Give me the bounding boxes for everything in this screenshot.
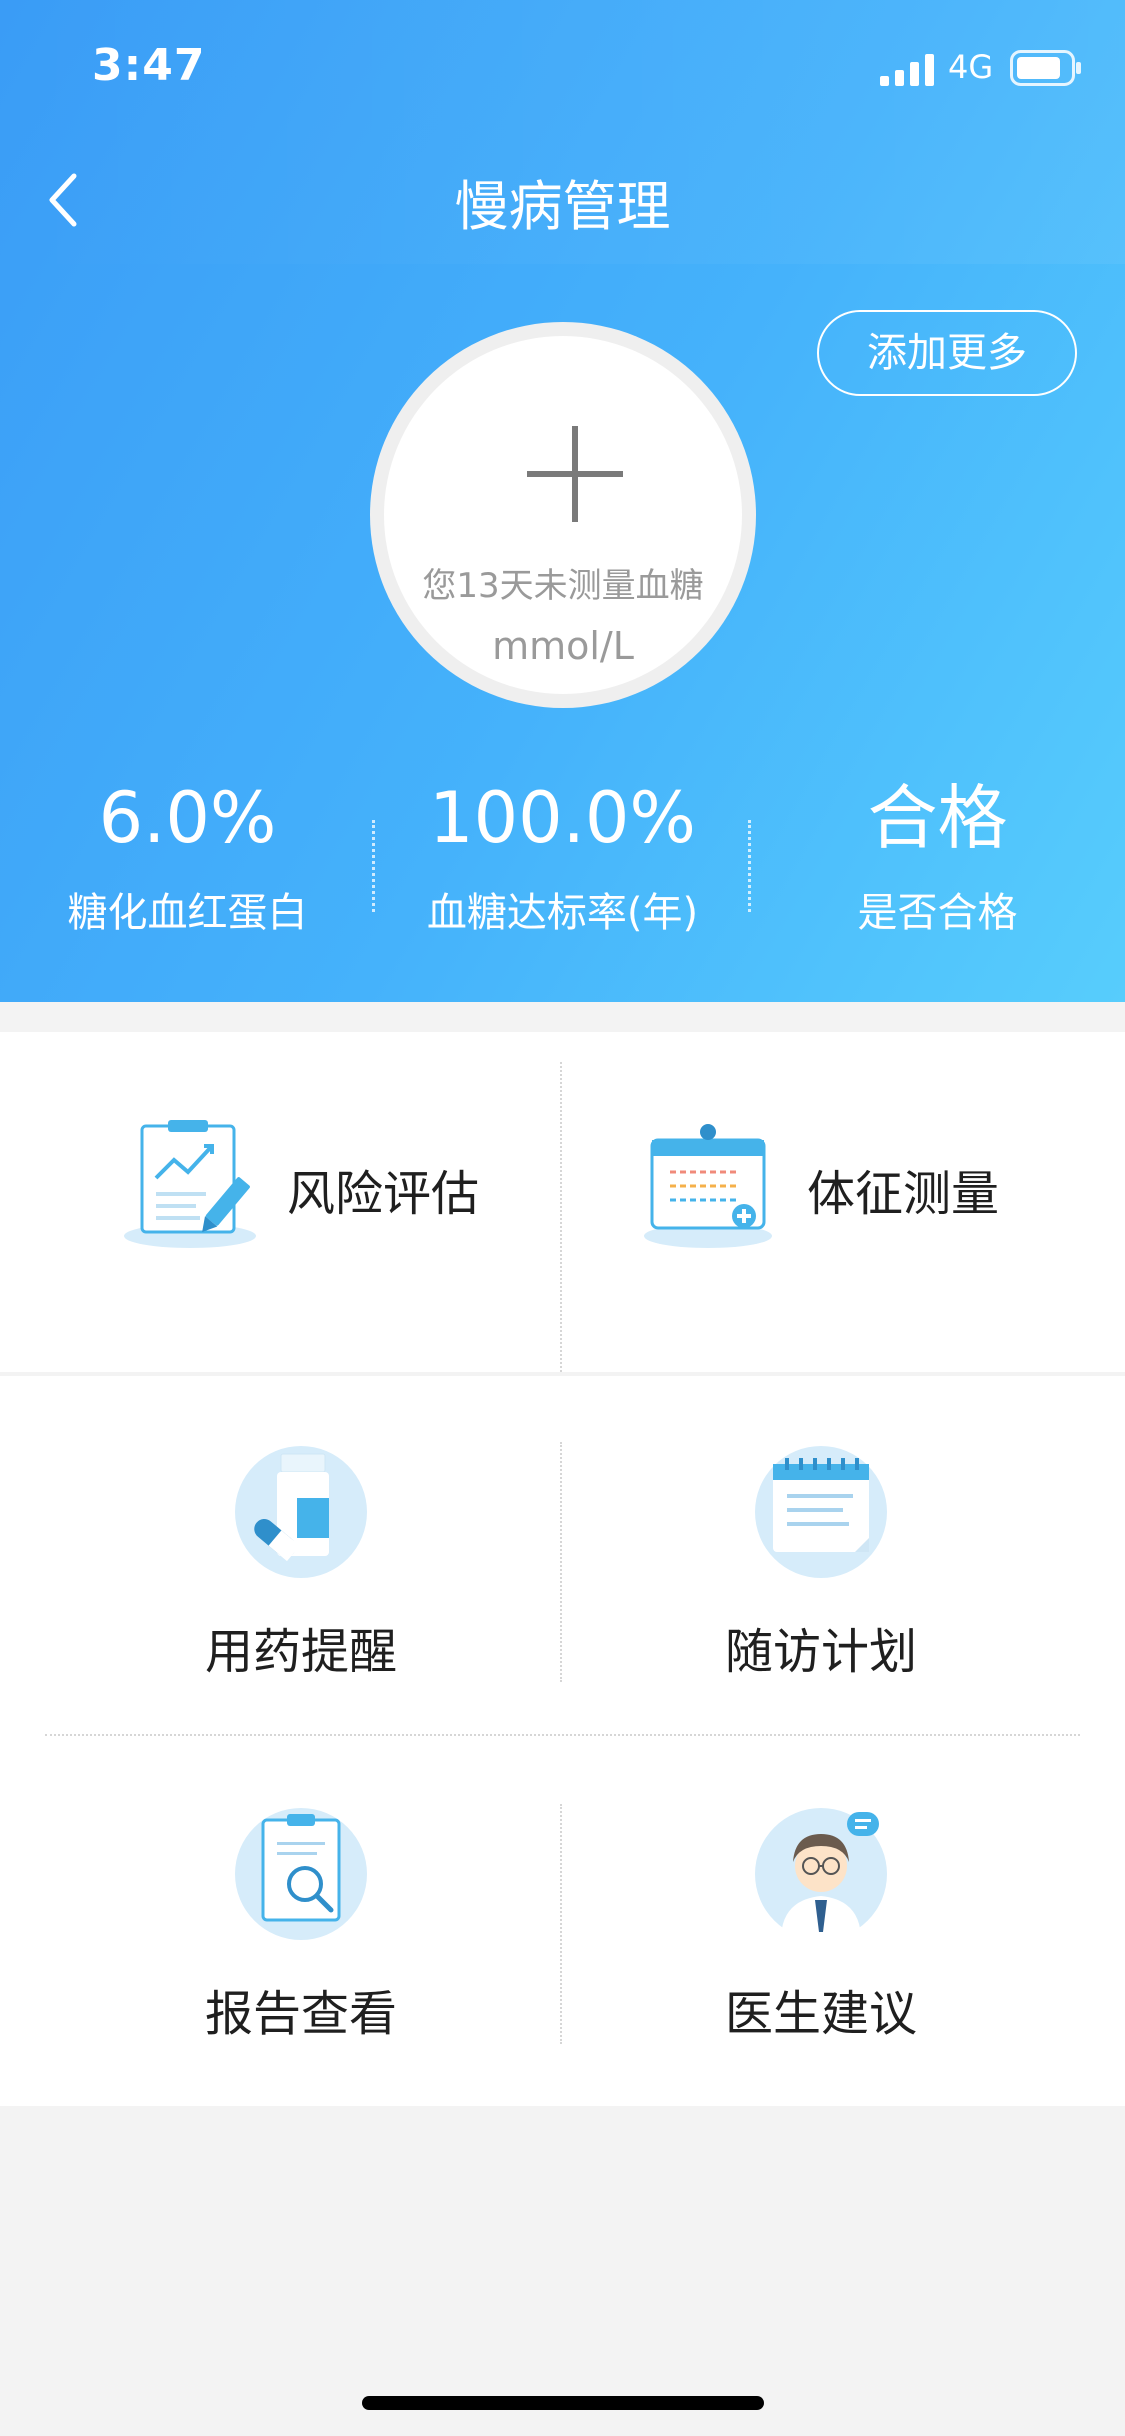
- stat-label: 是否合格: [857, 890, 1018, 936]
- follow-up-plan-label: 随访计划: [724, 1624, 917, 1680]
- network-label: 4G: [948, 48, 994, 86]
- home-indicator[interactable]: [362, 2396, 764, 2410]
- measure-circle-inner: 您13天未测量血糖 mmol/L: [384, 336, 742, 694]
- doctor-advice-item[interactable]: 医生建议: [540, 1804, 1102, 2104]
- battery-icon: [1010, 50, 1081, 86]
- doctor-advice-label: 医生建议: [724, 1986, 917, 2042]
- stat-value: 100.0%: [429, 777, 696, 859]
- stat-hba1c: 6.0% 糖化血红蛋白: [0, 776, 375, 938]
- stat-label: 糖化血红蛋白: [67, 890, 308, 936]
- vital-signs-card[interactable]: 体征测量: [562, 1032, 1125, 1372]
- follow-up-plan-item[interactable]: 随访计划: [540, 1442, 1102, 1742]
- plus-icon: [527, 426, 623, 522]
- calendar-icon: [755, 1446, 887, 1578]
- stat-value: 合格: [867, 777, 1008, 859]
- stat-qualified: 合格 是否合格: [750, 776, 1125, 938]
- feature-panel-grid: 用药提醒 随访计划 报告查看 医生建议: [0, 1376, 1125, 2106]
- measure-unit: mmol/L: [492, 624, 634, 668]
- add-more-button[interactable]: 添加更多: [817, 310, 1077, 396]
- report-view-item[interactable]: 报告查看: [20, 1804, 582, 2104]
- risk-assessment-card[interactable]: 风险评估: [0, 1032, 560, 1372]
- risk-assessment-icon: [124, 1120, 256, 1248]
- report-view-label: 报告查看: [204, 1986, 397, 2042]
- medication-reminder-label: 用药提醒: [204, 1624, 397, 1680]
- signal-icon: [880, 54, 934, 86]
- nav-bar: 慢病管理: [0, 150, 1125, 250]
- measure-glucose-button[interactable]: 您13天未测量血糖 mmol/L: [370, 322, 756, 708]
- stat-glucose-rate: 100.0% 血糖达标率(年): [375, 776, 750, 938]
- doctor-icon: [755, 1808, 887, 1940]
- vital-signs-label: 体征测量: [807, 1166, 1000, 1222]
- hero-header: 3:47 4G 慢病管理 添加更多 您13天未测量血糖 mmol/L 6.0% …: [0, 0, 1125, 1002]
- feature-panel-top: 风险评估 体征测量: [0, 1032, 1125, 1372]
- medication-reminder-item[interactable]: 用药提醒: [20, 1442, 582, 1742]
- status-time: 3:47: [92, 40, 206, 91]
- measure-hint: 您13天未测量血糖: [422, 566, 704, 606]
- status-bar: 3:47 4G: [0, 0, 1125, 140]
- risk-assessment-label: 风险评估: [287, 1166, 480, 1222]
- medication-icon: [235, 1446, 367, 1578]
- page-title: 慢病管理: [454, 175, 671, 238]
- stat-label: 血糖达标率(年): [426, 890, 699, 936]
- stat-value: 6.0%: [98, 777, 277, 859]
- report-search-icon: [235, 1808, 367, 1940]
- vital-signs-icon: [644, 1124, 772, 1248]
